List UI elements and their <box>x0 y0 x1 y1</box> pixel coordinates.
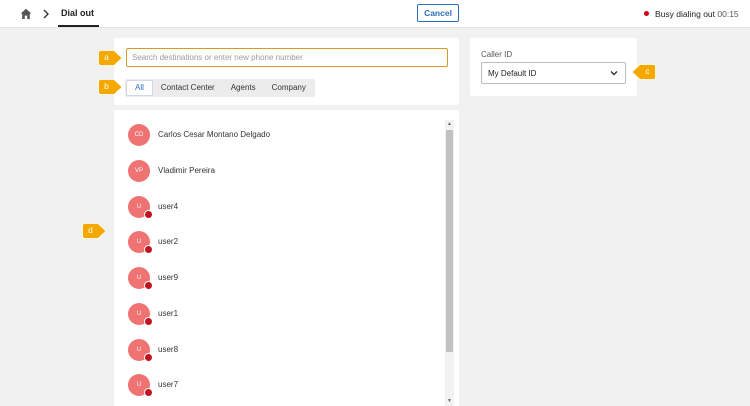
call-timer: 00:15 <box>717 9 739 19</box>
list-item[interactable]: U user9 <box>128 267 428 291</box>
list-item[interactable]: U user4 <box>128 196 428 220</box>
callout-d-marker: d <box>82 223 107 239</box>
callout-c-marker: c <box>631 64 656 80</box>
scroll-down-icon[interactable]: ▼ <box>445 397 454 406</box>
presence-busy-icon <box>144 388 153 397</box>
callout-a-label: a <box>104 52 109 62</box>
scroll-up-icon[interactable]: ▲ <box>445 120 454 129</box>
presence-busy-icon <box>144 245 153 254</box>
callout-c-label: c <box>645 66 650 76</box>
destination-list: CD Carlos Cesar Montano Delgado VP Vladi… <box>114 110 459 406</box>
tab-agents[interactable]: Agents <box>223 80 264 96</box>
avatar: VP <box>128 160 150 182</box>
contact-name: user8 <box>158 345 179 354</box>
search-panel: All Contact Center Agents Company <box>114 38 459 105</box>
presence-busy-icon <box>144 353 153 362</box>
status-indicator-icon <box>644 11 649 16</box>
chevron-down-icon <box>610 71 618 76</box>
tab-company[interactable]: Company <box>264 80 314 96</box>
top-bar: Dial out Cancel Busy dialing out 00:15 <box>0 0 750 28</box>
caller-id-select[interactable]: My Default ID <box>481 62 626 84</box>
presence-busy-icon <box>144 317 153 326</box>
avatar: CD <box>128 124 150 146</box>
cancel-button[interactable]: Cancel <box>417 4 459 22</box>
callout-b-marker: b <box>98 79 123 95</box>
list-item[interactable]: U user8 <box>128 339 428 363</box>
caller-id-label: Caller ID <box>481 50 513 59</box>
presence-busy-icon <box>144 210 153 219</box>
contact-name: user9 <box>158 273 179 282</box>
call-status-label: Busy dialing out <box>655 9 716 19</box>
callout-a-marker: a <box>98 50 123 66</box>
contact-name: user7 <box>158 380 179 389</box>
presence-busy-icon <box>144 281 153 290</box>
list-item[interactable]: VP Vladimir Pereira <box>128 160 428 184</box>
list-item[interactable]: CD Carlos Cesar Montano Delgado <box>128 124 428 148</box>
call-status: Busy dialing out 00:15 <box>655 9 739 19</box>
list-item[interactable]: U user1 <box>128 303 428 327</box>
caller-id-panel: Caller ID My Default ID <box>470 38 637 96</box>
callout-b-label: b <box>104 81 109 91</box>
list-item[interactable]: U user7 <box>128 374 428 398</box>
caller-id-value: My Default ID <box>488 69 537 78</box>
contact-name: user2 <box>158 237 179 246</box>
home-icon[interactable] <box>20 8 32 20</box>
search-input[interactable] <box>126 48 448 67</box>
tab-all[interactable]: All <box>126 80 153 96</box>
contact-name: Carlos Cesar Montano Delgado <box>158 130 271 139</box>
tab-contact-center[interactable]: Contact Center <box>153 80 223 96</box>
destination-tabs: All Contact Center Agents Company <box>125 79 315 97</box>
callout-d-label: d <box>88 225 93 235</box>
contact-name: user1 <box>158 309 179 318</box>
chevron-right-icon <box>43 9 49 19</box>
contact-name: Vladimir Pereira <box>158 166 215 175</box>
scroll-thumb[interactable] <box>446 130 453 352</box>
list-item[interactable]: U user2 <box>128 231 428 255</box>
page-title-underline <box>58 25 99 27</box>
contact-name: user4 <box>158 202 179 211</box>
page-title: Dial out <box>61 8 94 18</box>
list-scrollbar[interactable]: ▲ ▼ <box>445 120 454 406</box>
